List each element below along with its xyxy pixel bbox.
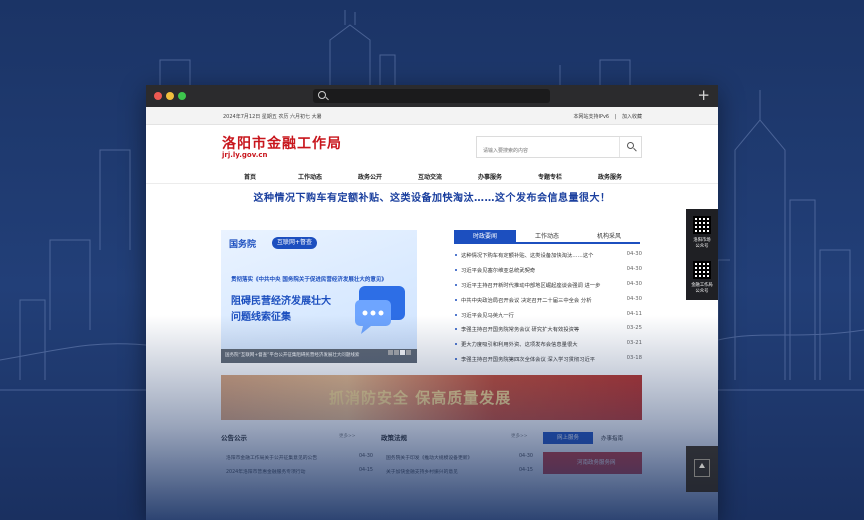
fire-safety-banner[interactable]: 抓消防安全 保高质量发展: [221, 375, 642, 420]
notice-date: 04-15: [359, 468, 373, 473]
site-search: [476, 136, 642, 161]
address-bar[interactable]: [313, 89, 550, 103]
policy-item[interactable]: 关于加快金融支持乡村振兴的意见: [386, 468, 458, 475]
main-nav: 首页 工作动态 政务公开 互动交流 办事服务 专题专栏 政务服务: [146, 169, 718, 184]
policy-heading: 政策法规: [381, 434, 407, 442]
carousel-dot[interactable]: [388, 350, 393, 355]
lower-section: 公告公示 更多>> 政策法规 更多>> 洛阳市金融工作局关于公开征集意见的公告 …: [221, 432, 642, 520]
qr-code-icon: [693, 216, 711, 234]
policy-date: 04-30: [519, 454, 533, 459]
news-item[interactable]: 习近平会见马英九一行 04-11: [454, 309, 642, 324]
banner-title-line1: 阻碍民营经济发展壮大: [231, 296, 331, 307]
add-favorite-link[interactable]: 加入收藏: [622, 114, 642, 120]
carousel-dot[interactable]: [406, 350, 411, 355]
news-list: 这种情况下购车有定额补贴、这类设备加快淘汰……这个 04-30 习近平会见塞尔维亚…: [454, 249, 642, 368]
site-topbar: 2024年7月12日 星期五 农历 六月初七 大暑 本网站支持IPv6 | 加入…: [146, 107, 718, 125]
browser-toolbar: +: [146, 85, 718, 107]
news-tabs: 时政要闻 工作动态 机构采风: [454, 230, 640, 244]
close-window-button[interactable]: [154, 92, 162, 100]
search-input[interactable]: [477, 141, 617, 161]
topbar-links: 本网站支持IPv6 | 加入收藏: [569, 113, 642, 120]
notice-item[interactable]: 2024年洛阳市普惠金融服务专项行动: [226, 468, 305, 475]
henan-service-link[interactable]: 河南政务服务网: [543, 452, 642, 474]
carousel-pager[interactable]: [387, 340, 411, 359]
site-header: 洛阳市金融工作局 jrj.ly.gov.cn: [146, 125, 718, 169]
policy-item[interactable]: 国务院关于印发《推动大规模设备更新》: [386, 454, 472, 461]
news-item[interactable]: 更大力度吸引和利用外资、这项发布会信息量很大 03-21: [454, 338, 642, 353]
maximize-window-button[interactable]: [178, 92, 186, 100]
qr-label-1: 洛阳市场 公众号: [693, 238, 711, 249]
date-text: 2024年7月12日 星期五 农历 六月初七 大暑: [223, 114, 322, 120]
qr-code-panel: 洛阳市场 公众号 金融工作局 公众号: [686, 209, 718, 300]
tab-online-services[interactable]: 网上服务: [543, 432, 593, 444]
tab-agency-features[interactable]: 机构采风: [578, 230, 640, 244]
site-title[interactable]: 洛阳市金融工作局: [222, 133, 342, 153]
tab-current-affairs[interactable]: 时政要闻: [454, 230, 516, 244]
notice-heading: 公告公示: [221, 434, 247, 442]
carousel-banner[interactable]: 国务院 互联网+督查 贯彻落实《中共中央 国务院关于促进民营经济发展壮大的意见》…: [221, 230, 417, 363]
news-item[interactable]: 习近平会见塞尔维亚总统武契奇 04-30: [454, 264, 642, 279]
news-item[interactable]: 李强主持召开国务院第四次全体会议 深入学习贯彻习近平 03-18: [454, 353, 642, 368]
nav-item-topics[interactable]: 专题专栏: [538, 172, 562, 181]
carousel-dot[interactable]: [394, 350, 399, 355]
browser-window: + 2024年7月12日 星期五 农历 六月初七 大暑 本网站支持IPv6 | …: [146, 85, 718, 520]
new-tab-button[interactable]: +: [697, 87, 710, 103]
ipv6-text: 本网站支持IPv6: [573, 114, 610, 120]
search-icon: [627, 142, 634, 149]
search-button[interactable]: [619, 137, 641, 157]
qr-code-icon: [693, 261, 711, 279]
chat-bubble-icon: [355, 286, 405, 334]
nav-item-gov-info[interactable]: 政务公开: [358, 172, 382, 181]
news-item[interactable]: 这种情况下购车有定额补贴、这类设备加快淘汰……这个 04-30: [454, 249, 642, 264]
tab-affairs-guide[interactable]: 办事指南: [601, 434, 623, 442]
tab-work-news[interactable]: 工作动态: [516, 230, 578, 244]
nav-item-services[interactable]: 办事服务: [478, 172, 502, 181]
carousel-dot-active[interactable]: [400, 350, 405, 355]
notice-more-link[interactable]: 更多>>: [339, 433, 356, 439]
ad-text: 抓消防安全 保高质量发展: [329, 389, 512, 407]
banner-brand: 国务院: [229, 240, 257, 250]
policy-date: 04-15: [519, 468, 533, 473]
policy-more-link[interactable]: 更多>>: [511, 433, 528, 439]
back-to-top-button[interactable]: [686, 446, 718, 492]
banner-title-line2: 问题线索征集: [231, 312, 291, 323]
nav-item-home[interactable]: 首页: [244, 172, 256, 181]
headline-link[interactable]: 这种情况下购车有定额补贴、这类设备加快淘汰……这个发布会信息量很大！: [146, 184, 718, 214]
nav-item-work-news[interactable]: 工作动态: [298, 172, 322, 181]
notice-date: 04-30: [359, 454, 373, 459]
topbar-separator: |: [614, 114, 617, 120]
news-item[interactable]: 李强主持召开国务院常务会议 研究扩大有效投资等 03-25: [454, 323, 642, 338]
notice-item[interactable]: 洛阳市金融工作局关于公开征集意见的公告: [226, 454, 317, 461]
nav-item-interaction[interactable]: 互动交流: [418, 172, 442, 181]
qr-label-2: 金融工作局 公众号: [691, 283, 713, 294]
minimize-window-button[interactable]: [166, 92, 174, 100]
banner-pill: 互联网+督查: [272, 237, 318, 249]
site-domain: jrj.ly.gov.cn: [222, 151, 268, 159]
arrow-up-icon: [694, 459, 710, 477]
news-item[interactable]: 中共中央政治局召开会议 决定召开二十届三中全会 分析 04-30: [454, 294, 642, 309]
news-item[interactable]: 习近平主持召开新时代推动中部地区崛起座谈会强调 进一步 04-30: [454, 279, 642, 294]
nav-item-gov-services[interactable]: 政务服务: [598, 172, 622, 181]
search-icon: [318, 91, 326, 99]
